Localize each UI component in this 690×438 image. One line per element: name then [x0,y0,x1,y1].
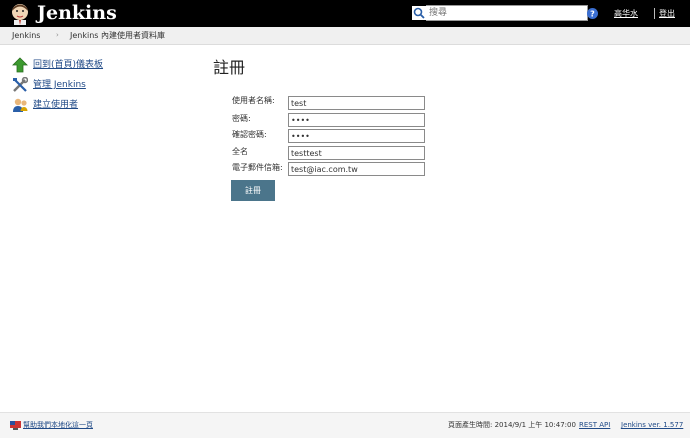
password-label: 密碼: [232,114,251,123]
breadcrumb: Jenkins › Jenkins 內建使用者資料庫 [0,27,690,45]
username-field[interactable] [288,96,425,110]
jenkins-brand[interactable]: Jenkins [37,1,117,25]
jenkins-logo-icon[interactable] [8,2,32,25]
page-generated-text: 頁面產生時間: 2014/9/1 上午 10:47:00 [448,421,576,429]
task-label[interactable]: 回到(首頁)儀表板 [33,60,103,71]
search-input[interactable] [426,5,588,21]
breadcrumb-item-user-database[interactable]: Jenkins 內建使用者資料庫 [70,27,165,44]
up-arrow-icon [12,57,28,73]
signup-button[interactable]: 註冊 [231,180,275,201]
confirm-password-label: 確認密碼: [232,130,267,139]
page-title: 註冊 [213,58,246,77]
tools-icon [13,77,28,92]
page-footer: 幫助我們本地化這一頁 頁面產生時間: 2014/9/1 上午 10:47:00 … [0,412,690,438]
email-label: 電子郵件信箱: [232,163,283,172]
user-link[interactable]: 高华水 [614,8,638,19]
header-divider [654,8,655,19]
localize-link[interactable]: 幫助我們本地化這一頁 [23,413,93,438]
rest-api-link[interactable]: REST API [579,413,610,438]
username-label: 使用者名稱: [232,96,275,105]
task-label[interactable]: 管理 Jenkins [33,80,86,91]
email-field[interactable] [288,162,425,176]
search-icon [412,6,426,20]
new-user-icon [13,98,28,112]
help-icon[interactable]: ? [587,8,598,19]
fullname-label: 全名 [232,147,248,156]
version-link[interactable]: Jenkins ver. 1.577 [621,413,683,438]
breadcrumb-item-jenkins[interactable]: Jenkins [12,27,40,44]
task-label[interactable]: 建立使用者 [33,100,78,111]
fullname-field[interactable] [288,146,425,160]
localize-icon [10,421,21,430]
breadcrumb-separator: › [56,31,59,39]
logout-link[interactable]: 登出 [659,8,675,19]
confirm-password-field[interactable] [288,129,425,143]
page-header: Jenkins ? 高华水 登出 [0,0,690,27]
svg-text:?: ? [590,10,595,19]
password-field[interactable] [288,113,425,127]
